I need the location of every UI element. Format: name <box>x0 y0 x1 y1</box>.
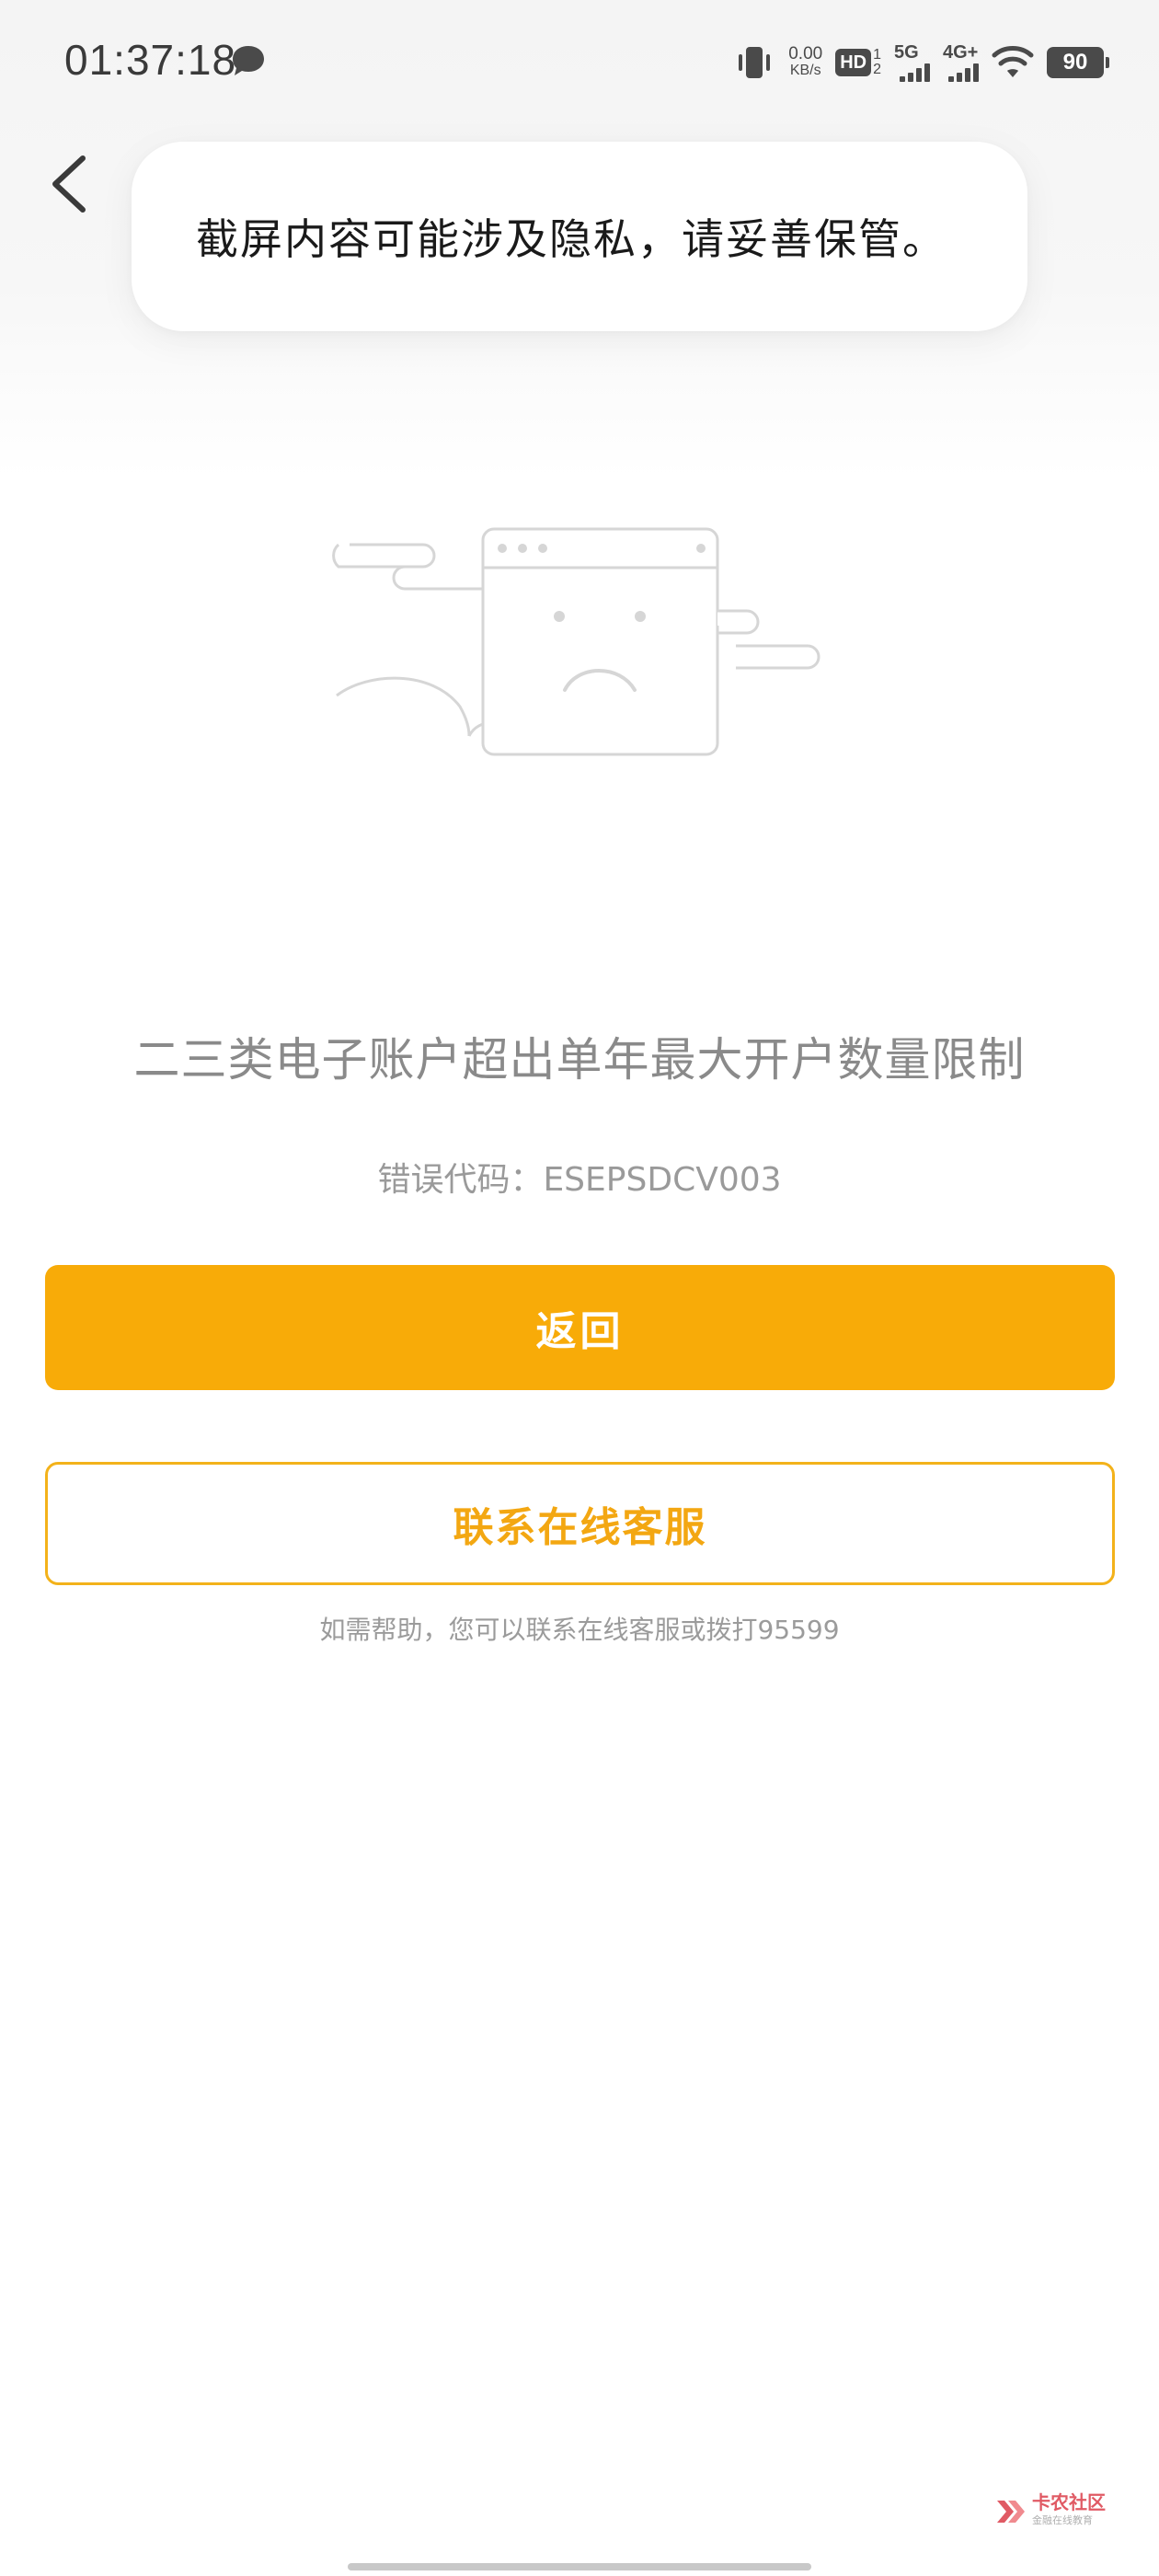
signal-bars-icon <box>900 62 930 82</box>
wifi-icon <box>992 46 1034 77</box>
watermark-title: 卡农社区 <box>1032 2491 1106 2513</box>
vibrate-icon <box>739 47 771 78</box>
network-type-1: 5G <box>894 42 919 63</box>
back-button[interactable] <box>40 147 96 221</box>
watermark: 卡农社区 金融在线教育 <box>993 2493 1106 2530</box>
watermark-subtitle: 金融在线教育 <box>1032 2514 1093 2526</box>
status-time: 01:37:18 <box>64 36 237 84</box>
net-speed-unit: KB/s <box>789 63 821 78</box>
toast-text: 截屏内容可能涉及隐私，请妥善保管。 <box>196 214 947 264</box>
error-title: 二三类电子账户超出单年最大开户数量限制 <box>133 1033 1026 1087</box>
chevron-left-icon <box>52 155 86 213</box>
status-icons: 0.00 KB/s HD 1 2 5G 4G+ 90 <box>733 37 1109 88</box>
error-code: 错误代码：ESEPSDCV003 <box>377 1161 782 1199</box>
app-page: 01:37:18 0.00 KB/s HD 1 2 5G 4G+ 90 截屏内容… <box>0 0 1159 2576</box>
home-indicator[interactable] <box>348 2563 811 2570</box>
return-button[interactable]: 返回 <box>45 1265 1115 1390</box>
help-text: 如需帮助，您可以联系在线客服或拨打95599 <box>319 1615 840 1645</box>
net-speed-value: 0.00 <box>788 44 823 63</box>
battery-indicator: 90 <box>1047 47 1109 78</box>
contact-online-service-button[interactable]: 联系在线客服 <box>45 1462 1115 1585</box>
hd-sim-bottom: 2 <box>873 62 881 77</box>
signal-5g: 5G <box>894 43 930 82</box>
status-bar: 01:37:18 0.00 KB/s HD 1 2 5G 4G+ 90 <box>0 0 1159 120</box>
sad-window-illustration <box>332 527 820 756</box>
hd-sim-top: 1 <box>873 47 881 63</box>
signal-4g: 4G+ <box>943 43 979 82</box>
hd-label: HD <box>835 49 872 76</box>
hd-badge: HD 1 2 <box>835 48 881 77</box>
net-speed: 0.00 KB/s <box>788 44 823 79</box>
watermark-text: 卡农社区 金融在线教育 <box>1032 2493 1106 2530</box>
hd-sim-numbers: 1 2 <box>873 48 881 77</box>
network-type-2: 4G+ <box>943 42 979 63</box>
signal-bars-icon <box>948 62 979 82</box>
screenshot-toast: 截屏内容可能涉及隐私，请妥善保管。 <box>132 142 1027 331</box>
message-icon <box>233 46 264 75</box>
watermark-logo-icon <box>997 2501 1025 2523</box>
